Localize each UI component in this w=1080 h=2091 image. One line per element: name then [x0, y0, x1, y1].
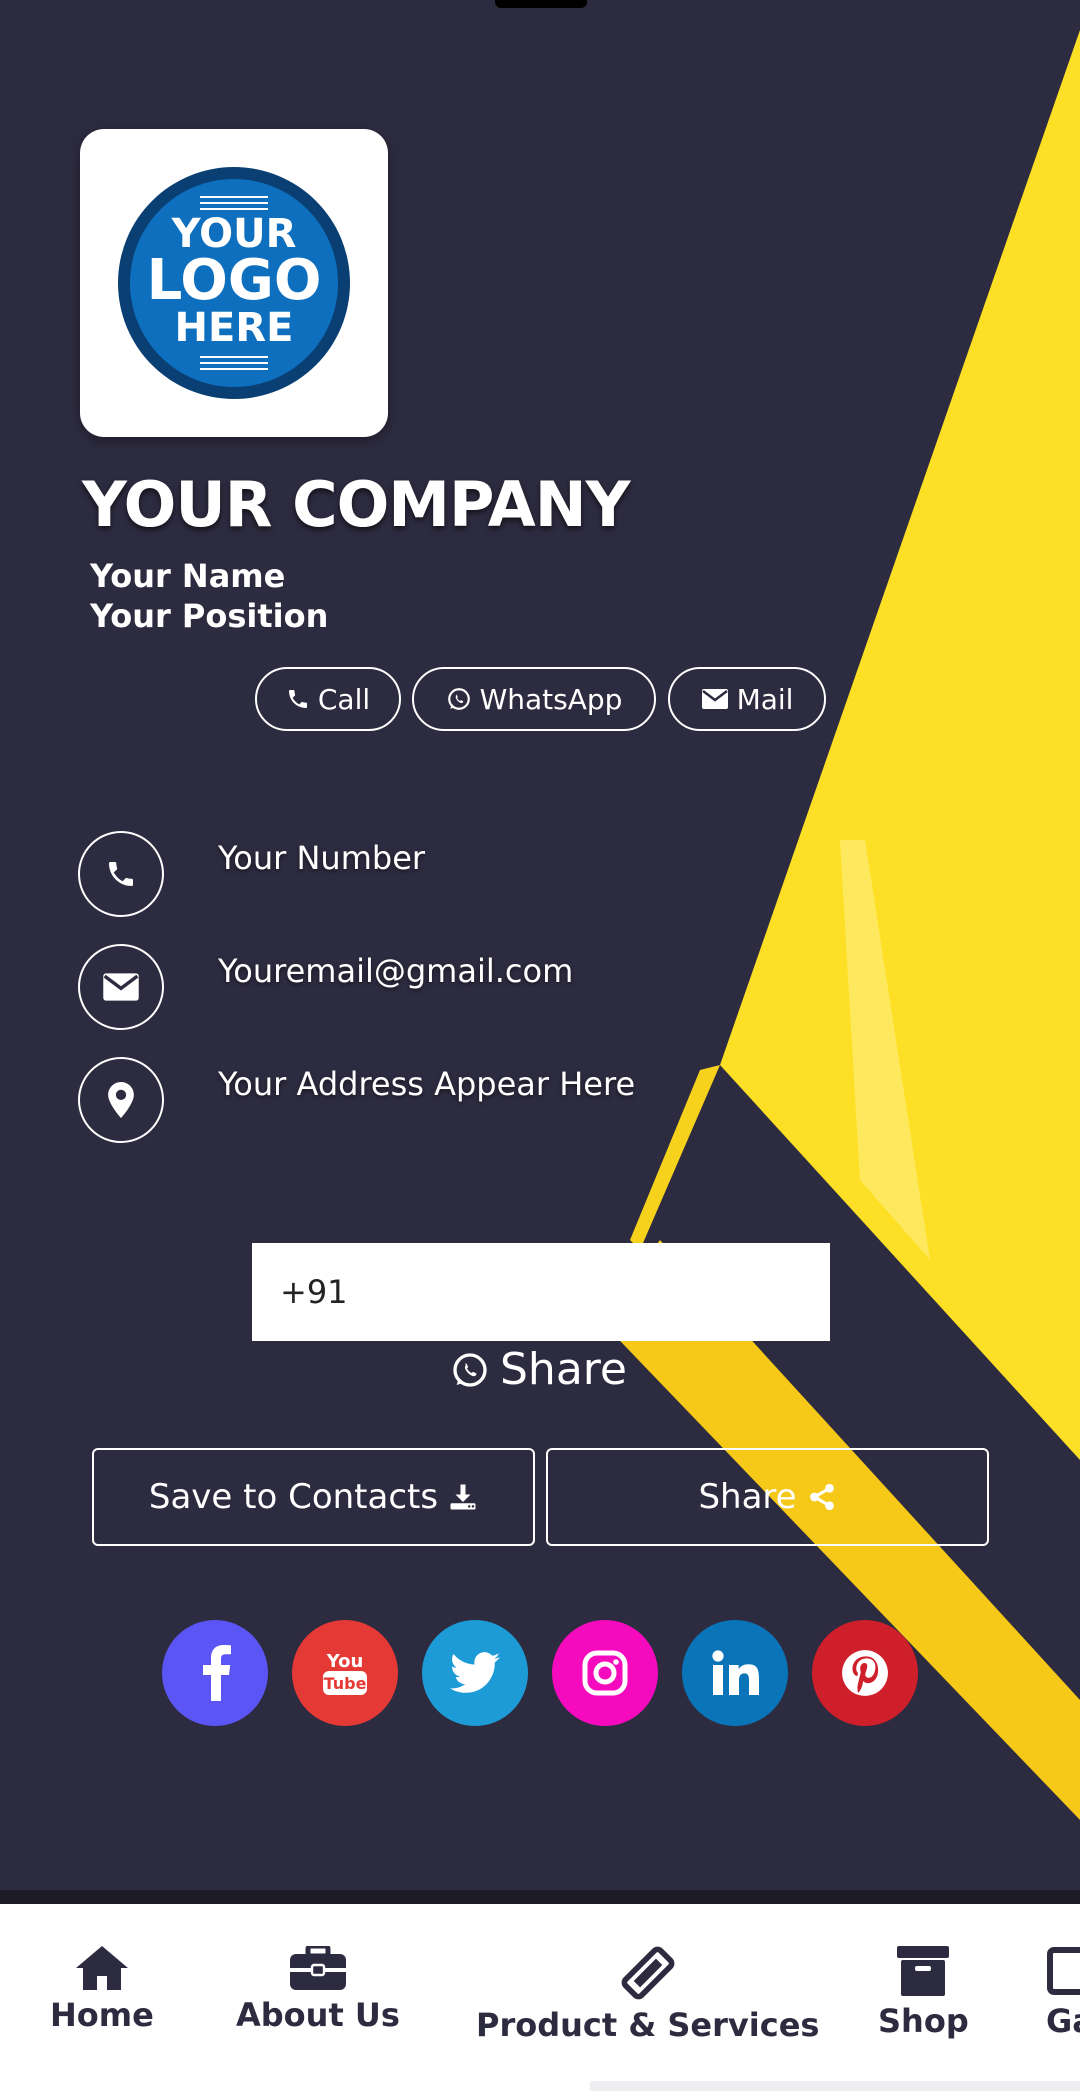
contact-email-row[interactable]: Youremail@gmail.com — [78, 944, 573, 1030]
contact-phone-text: Your Number — [218, 839, 426, 877]
call-button[interactable]: Call — [255, 667, 401, 731]
envelope-icon — [701, 689, 728, 709]
ticket-icon — [621, 1946, 675, 2000]
save-to-contacts-button[interactable]: Save to Contacts — [92, 1448, 535, 1546]
home-icon — [75, 1946, 128, 1990]
whatsapp-share-label: Share — [500, 1344, 627, 1395]
whatsapp-number-input[interactable] — [252, 1243, 830, 1341]
facebook-button[interactable] — [162, 1620, 268, 1726]
company-logo: YOUR LOGO HERE — [80, 129, 388, 437]
linkedin-button[interactable] — [682, 1620, 788, 1726]
company-name: YOUR COMPANY — [82, 468, 630, 541]
nav-item-shop[interactable]: Shop — [878, 1946, 969, 2040]
person-name: Your Name — [90, 557, 286, 595]
phone-icon — [288, 690, 307, 708]
svg-text:Tube: Tube — [324, 1674, 367, 1693]
linkedin-icon — [712, 1650, 759, 1695]
save-to-contacts-label: Save to Contacts — [148, 1477, 439, 1517]
whatsapp-button[interactable]: WhatsApp — [412, 667, 656, 731]
pinterest-button[interactable] — [812, 1620, 918, 1726]
nav-label-product-services: Product & Services — [476, 2006, 820, 2044]
contact-phone-row[interactable]: Your Number — [78, 831, 425, 917]
logo-text-line3: HERE — [175, 305, 294, 351]
contact-address-row[interactable]: Your Address Appear Here — [78, 1057, 635, 1143]
nav-item-home[interactable]: Home — [50, 1946, 154, 2034]
email-circle — [78, 944, 164, 1030]
download-icon — [450, 1484, 476, 1510]
logo-text-line2: LOGO — [147, 248, 322, 313]
phone-circle — [78, 831, 164, 917]
instagram-button[interactable] — [552, 1620, 658, 1726]
whatsapp-icon — [453, 1352, 487, 1387]
contact-email-text: Youremail@gmail.com — [218, 952, 574, 990]
briefcase-icon — [289, 1946, 346, 1990]
address-circle — [78, 1057, 164, 1143]
share-icon — [809, 1483, 834, 1511]
gallery-icon — [1047, 1947, 1080, 1995]
whatsapp-icon — [447, 688, 470, 710]
youtube-button[interactable]: You Tube — [292, 1620, 398, 1726]
facebook-icon — [203, 1645, 231, 1701]
nav-item-product-services[interactable]: Product & Services — [476, 1946, 819, 2044]
nav-label-shop: Shop — [878, 2002, 969, 2040]
nav-item-gallery[interactable]: Ga — [1046, 1946, 1080, 2040]
twitter-icon — [450, 1652, 500, 1693]
nav-label-gallery: Ga — [1046, 2002, 1080, 2040]
pinterest-icon — [842, 1650, 888, 1696]
whatsapp-label: WhatsApp — [479, 682, 623, 716]
person-position: Your Position — [90, 597, 329, 635]
phone-icon — [109, 862, 133, 886]
contact-address-text: Your Address Appear Here — [218, 1065, 636, 1103]
youtube-icon: You Tube — [323, 1651, 367, 1695]
mail-button[interactable]: Mail — [668, 667, 826, 731]
twitter-button[interactable] — [422, 1620, 528, 1726]
person-info: Your Name Your Position — [90, 556, 328, 636]
nav-label-about-us: About Us — [236, 1996, 400, 2034]
mail-label: Mail — [736, 682, 794, 716]
nav-item-about-us[interactable]: About Us — [236, 1946, 400, 2034]
bottom-navigation: Home About Us Product & Services Shop Ga — [0, 1904, 1080, 2091]
svg-text:You: You — [326, 1651, 364, 1672]
share-label: Share — [698, 1477, 797, 1517]
archive-box-icon — [897, 1946, 950, 1996]
envelope-icon — [103, 973, 139, 1001]
nav-label-home: Home — [50, 1996, 154, 2034]
instagram-icon — [582, 1650, 628, 1696]
status-notch — [495, 0, 587, 8]
whatsapp-share-button[interactable]: Share — [450, 1344, 627, 1395]
call-label: Call — [317, 682, 371, 716]
map-pin-icon — [108, 1082, 134, 1118]
share-button[interactable]: Share — [546, 1448, 989, 1546]
nav-scrollbar[interactable] — [590, 2081, 1080, 2091]
